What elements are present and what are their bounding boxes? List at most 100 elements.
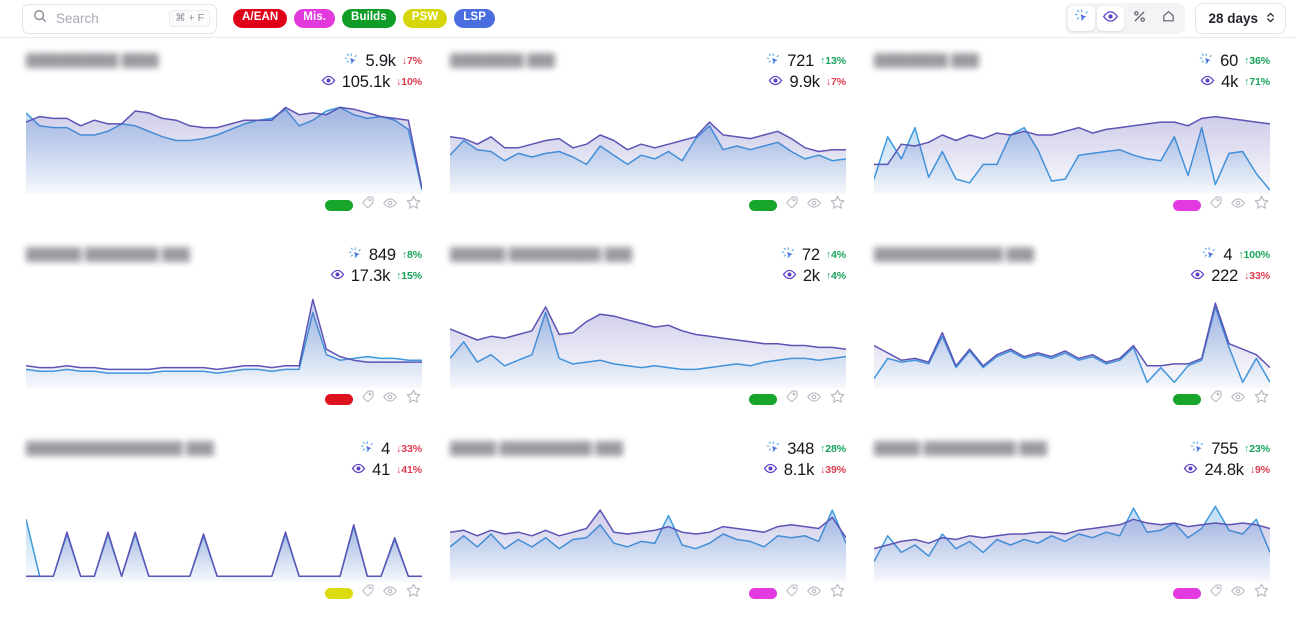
status-badge[interactable]	[1173, 199, 1201, 211]
views-delta: ↓7%	[825, 76, 846, 89]
card-stats: 348 ↑28% 8.1k ↓39%	[763, 440, 846, 480]
clicks-value: 72	[801, 246, 820, 265]
search-icon	[33, 9, 47, 28]
views-delta: ↑15%	[396, 270, 422, 283]
tag-icon[interactable]	[784, 583, 799, 603]
site-domain-label: █████████████████ ███	[26, 441, 214, 456]
search-box[interactable]: ⌘ + F	[22, 3, 217, 34]
site-card-7[interactable]: █████████████████ ███ 4 ↓33% 41 ↓41%	[12, 426, 436, 620]
status-badge[interactable]	[325, 587, 353, 599]
site-card-8[interactable]: █████ ██████████ ███ 348 ↑28% 8.1k ↓39%	[436, 426, 860, 620]
card-header: ██████ ████████ ███ 849 ↑8% 17.3k ↑15%	[26, 246, 422, 290]
star-icon[interactable]	[405, 388, 422, 410]
sparkline-chart	[874, 482, 1270, 582]
site-card-2[interactable]: ████████ ███ 721 ↑13% 9.9k ↓7%	[436, 38, 860, 232]
tag-icon[interactable]	[1208, 389, 1223, 409]
tag-chip-0[interactable]: A/EAN	[233, 8, 288, 29]
status-badge[interactable]	[749, 393, 777, 405]
views-value: 8.1k	[783, 461, 815, 480]
eye-icon[interactable]	[382, 389, 398, 410]
eye-icon	[782, 267, 797, 286]
tag-icon[interactable]	[784, 195, 799, 215]
clicks-value: 721	[787, 52, 815, 71]
percent-toggle-button[interactable]	[1126, 6, 1153, 31]
views-toggle-button[interactable]	[1097, 6, 1125, 31]
clicks-toggle-button[interactable]	[1068, 6, 1096, 31]
home-toggle-button[interactable]	[1155, 6, 1182, 31]
star-icon[interactable]	[1253, 194, 1270, 216]
clicks-value: 4	[1223, 246, 1233, 265]
search-input[interactable]	[54, 10, 170, 27]
card-footer-actions	[749, 194, 846, 216]
clicks-value: 849	[368, 246, 396, 265]
tag-icon[interactable]	[1208, 583, 1223, 603]
status-badge[interactable]	[325, 199, 353, 211]
tag-icon[interactable]	[360, 389, 375, 409]
eye-icon	[763, 461, 778, 480]
star-icon[interactable]	[1253, 388, 1270, 410]
eye-icon[interactable]	[806, 583, 822, 604]
clicks-icon	[1199, 52, 1214, 71]
eye-icon	[321, 73, 336, 92]
date-range-label: 28 days	[1208, 11, 1258, 26]
views-value: 17.3k	[350, 267, 391, 286]
status-badge[interactable]	[1173, 393, 1201, 405]
eye-icon[interactable]	[1230, 389, 1246, 410]
tag-chip-3[interactable]: PSW	[402, 8, 448, 29]
eye-icon[interactable]	[806, 389, 822, 410]
status-badge[interactable]	[1173, 587, 1201, 599]
tag-icon[interactable]	[360, 195, 375, 215]
card-stats: 721 ↑13% 9.9k ↓7%	[766, 52, 846, 92]
card-stats: 4 ↓33% 41 ↓41%	[351, 440, 422, 480]
star-icon[interactable]	[405, 582, 422, 604]
clicks-icon	[348, 246, 363, 265]
card-footer-actions	[325, 388, 422, 410]
status-badge[interactable]	[749, 199, 777, 211]
status-badge[interactable]	[749, 587, 777, 599]
eye-icon	[768, 73, 783, 92]
tag-chip-2[interactable]: Builds	[342, 8, 396, 29]
star-icon[interactable]	[829, 388, 846, 410]
views-stat: 2k ↑4%	[782, 267, 846, 286]
card-header: █████ ██████████ ███ 348 ↑28% 8.1k ↓39%	[450, 440, 846, 484]
tag-chip-4[interactable]: LSP	[454, 8, 495, 29]
card-stats: 5.9k ↓7% 105.1k ↓10%	[321, 52, 422, 92]
clicks-stat: 4 ↑100%	[1202, 246, 1270, 265]
views-delta: ↓41%	[396, 464, 422, 477]
chevron-updown-icon	[1265, 11, 1276, 27]
clicks-value: 60	[1220, 52, 1239, 71]
tag-icon[interactable]	[360, 583, 375, 603]
clicks-delta: ↑28%	[820, 443, 846, 456]
tag-icon[interactable]	[784, 389, 799, 409]
views-delta: ↓10%	[396, 76, 422, 89]
site-card-5[interactable]: ██████ ██████████ ███ 72 ↑4% 2k ↑4%	[436, 232, 860, 426]
views-value: 4k	[1221, 73, 1239, 92]
site-domain-label: ████████ ███	[874, 53, 979, 68]
site-card-1[interactable]: ██████████ ████ 5.9k ↓7% 105.1k ↓10%	[12, 38, 436, 232]
eye-icon[interactable]	[806, 195, 822, 216]
star-icon[interactable]	[405, 194, 422, 216]
star-icon[interactable]	[829, 582, 846, 604]
clicks-delta: ↑100%	[1238, 249, 1270, 262]
star-icon[interactable]	[1253, 582, 1270, 604]
site-card-9[interactable]: █████ ██████████ ███ 755 ↑23% 24.8k ↓9%	[860, 426, 1284, 620]
site-card-4[interactable]: ██████ ████████ ███ 849 ↑8% 17.3k ↑15%	[12, 232, 436, 426]
views-stat: 24.8k ↓9%	[1183, 461, 1270, 480]
site-card-6[interactable]: ██████████████ ███ 4 ↑100% 222 ↓33%	[860, 232, 1284, 426]
views-value: 9.9k	[789, 73, 820, 92]
star-icon[interactable]	[829, 194, 846, 216]
eye-icon[interactable]	[1230, 195, 1246, 216]
site-domain-label: █████ ██████████ ███	[450, 441, 624, 456]
home-icon	[1161, 9, 1176, 29]
site-card-3[interactable]: ████████ ███ 60 ↑36% 4k ↑71%	[860, 38, 1284, 232]
date-range-select[interactable]: 28 days	[1195, 3, 1286, 34]
clicks-stat: 5.9k ↓7%	[344, 52, 422, 71]
status-badge[interactable]	[325, 393, 353, 405]
clicks-delta: ↑4%	[825, 249, 846, 262]
eye-icon[interactable]	[1230, 583, 1246, 604]
clicks-icon	[766, 440, 781, 459]
tag-icon[interactable]	[1208, 195, 1223, 215]
eye-icon[interactable]	[382, 195, 398, 216]
eye-icon[interactable]	[382, 583, 398, 604]
tag-chip-1[interactable]: Mis.	[294, 8, 336, 29]
